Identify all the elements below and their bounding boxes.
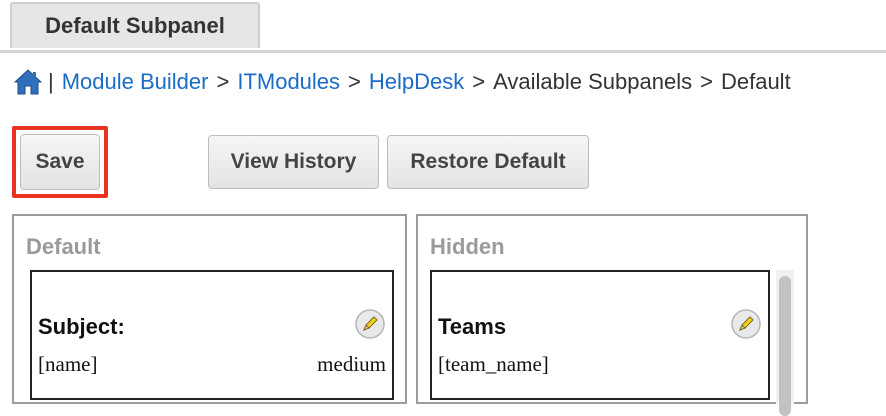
scrollbar-thumb[interactable]: [779, 276, 791, 416]
breadcrumb-separator: >: [700, 69, 713, 94]
field-card-teams[interactable]: Teams [team_name]: [430, 270, 770, 400]
save-button[interactable]: Save: [20, 134, 100, 190]
breadcrumb-link-itmodules[interactable]: ITModules: [237, 69, 340, 95]
breadcrumb-separator: >: [348, 69, 361, 94]
default-fields-panel: Default Subject: [name] medium: [12, 214, 407, 404]
restore-default-button[interactable]: Restore Default: [387, 135, 589, 189]
view-history-button[interactable]: View History: [208, 135, 379, 189]
breadcrumb-link-module-builder[interactable]: Module Builder: [62, 69, 209, 95]
hidden-fields-panel: Hidden Teams [team_name]: [416, 214, 808, 416]
field-width: medium: [317, 352, 386, 376]
breadcrumb: | Module Builder > ITModules > HelpDesk …: [14, 64, 791, 100]
panel-title-hidden: Hidden: [430, 234, 505, 259]
breadcrumb-separator: >: [216, 69, 230, 94]
breadcrumb-separator: |: [48, 69, 54, 94]
pencil-edit-icon[interactable]: [730, 308, 762, 340]
pencil-edit-icon[interactable]: [354, 308, 386, 340]
breadcrumb-separator: >: [472, 69, 486, 94]
field-name: [team_name]: [438, 352, 549, 376]
field-name: [name]: [38, 352, 98, 376]
panel-title-default: Default: [26, 234, 101, 259]
breadcrumb-available-subpanels: Available Subpanels: [493, 69, 693, 94]
scrollbar[interactable]: [776, 270, 794, 416]
home-icon[interactable]: [14, 68, 42, 96]
tab-bar: Default Subpanel: [0, 0, 886, 53]
breadcrumb-link-helpdesk[interactable]: HelpDesk: [369, 69, 464, 95]
field-label: Teams: [438, 314, 507, 339]
field-card-subject[interactable]: Subject: [name] medium: [30, 270, 394, 400]
breadcrumb-current-default: Default: [720, 69, 791, 94]
field-label: Subject:: [38, 314, 125, 339]
tab-default-subpanel[interactable]: Default Subpanel: [10, 2, 260, 48]
